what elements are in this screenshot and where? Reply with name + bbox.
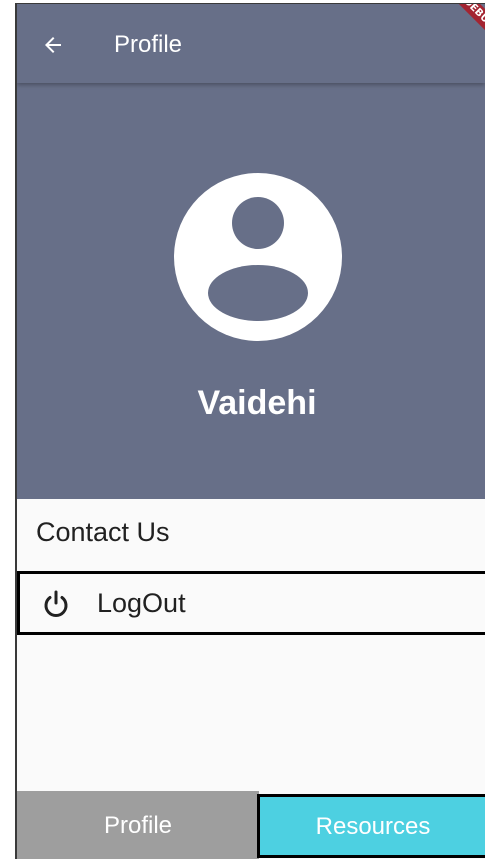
power-icon bbox=[44, 590, 68, 617]
arrow-back-icon[interactable] bbox=[41, 33, 65, 57]
logout-label: LogOut bbox=[97, 588, 186, 618]
page-title: Profile bbox=[114, 31, 183, 58]
user-name: Vaidehi bbox=[197, 384, 317, 422]
contact-us-label: Contact Us bbox=[36, 517, 170, 547]
nav-tab-profile[interactable]: Profile bbox=[17, 791, 259, 859]
account-circle-icon bbox=[174, 173, 342, 341]
app-bar: Profile bbox=[17, 4, 485, 83]
logout-item[interactable]: LogOut bbox=[17, 571, 485, 635]
bottom-navigation: Profile Resources bbox=[17, 791, 485, 859]
nav-tab-resources[interactable]: Resources bbox=[257, 794, 485, 858]
contact-us-item[interactable]: Contact Us bbox=[17, 499, 485, 567]
phone-screen: Profile DEBUG Vaidehi Contact Us LogOut … bbox=[15, 3, 485, 859]
profile-header: Vaidehi bbox=[17, 83, 485, 499]
